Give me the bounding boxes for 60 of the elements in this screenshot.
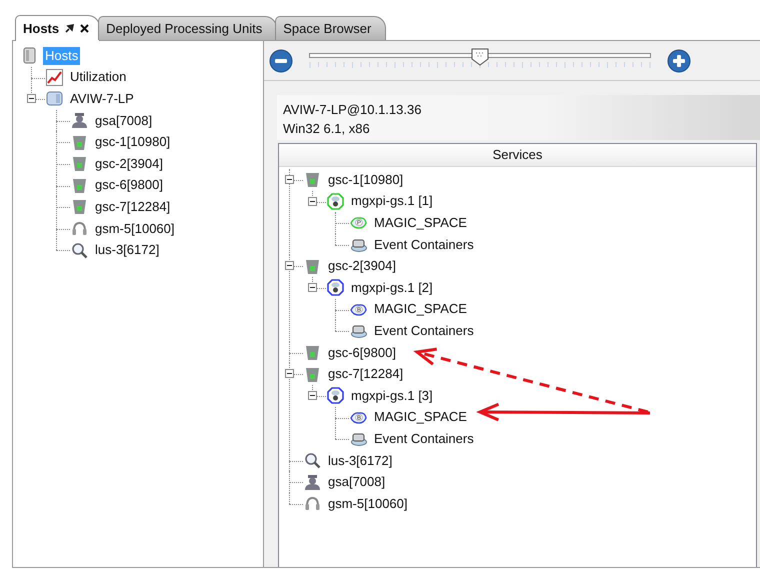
person-icon xyxy=(304,474,321,491)
tree-node[interactable]: gsc-7[12284] xyxy=(93,198,172,216)
container-icon xyxy=(304,258,321,275)
tree-node[interactable]: gsc-2[3904] xyxy=(326,257,398,276)
tree-node[interactable]: MAGIC_SPACE xyxy=(372,214,469,232)
tab[interactable]: Hosts xyxy=(15,15,100,41)
tree-node[interactable]: gsc-1[10980] xyxy=(326,170,406,189)
tree-node[interactable]: gsc-6[9800] xyxy=(326,344,398,362)
tree-node[interactable]: Utilization xyxy=(68,68,128,86)
tree-node[interactable]: gsa[7008] xyxy=(326,473,388,492)
tree-node[interactable]: gsa[7008] xyxy=(93,112,154,130)
person-icon xyxy=(71,112,88,130)
container-icon xyxy=(304,366,321,383)
zoom-in-button[interactable] xyxy=(667,48,691,72)
container-icon xyxy=(71,176,88,194)
tree-node[interactable]: Event Containers xyxy=(372,236,476,254)
chart-icon xyxy=(46,68,63,86)
tab[interactable]: Space Browser xyxy=(275,16,386,40)
tree-node[interactable]: lus-3[6172] xyxy=(93,241,162,260)
collapse-icon[interactable] xyxy=(285,369,294,378)
zoom-out-button[interactable] xyxy=(269,48,293,72)
slider-thumb[interactable] xyxy=(471,48,489,66)
collapse-icon[interactable] xyxy=(308,390,317,400)
container-icon xyxy=(71,155,88,172)
close-icon[interactable] xyxy=(80,24,90,33)
search-icon xyxy=(304,452,321,470)
tree-node[interactable]: gsc-6[9800] xyxy=(93,176,165,194)
tree-node[interactable]: gsc-7[12284] xyxy=(326,365,406,384)
tab[interactable]: Deployed Processing Units xyxy=(98,16,278,40)
computer-icon xyxy=(46,90,63,108)
collapse-icon[interactable] xyxy=(308,196,317,206)
tree-node[interactable]: lus-3[6172] xyxy=(326,452,394,470)
tree-node[interactable]: gsm-5[10060] xyxy=(326,494,410,513)
tree-node[interactable]: mgxpi-gs.1 [2] xyxy=(349,278,435,297)
collapse-icon[interactable] xyxy=(27,94,36,104)
collapse-icon[interactable] xyxy=(285,175,294,184)
headset-icon xyxy=(71,220,88,238)
tree-node[interactable]: AVIW-7-LP xyxy=(68,90,136,108)
host-address: AVIW-7-LP@10.1.13.36 xyxy=(283,101,422,119)
tree-node[interactable]: MAGIC_SPACE xyxy=(372,300,469,318)
tree-node[interactable]: gsm-5[10060] xyxy=(93,220,176,238)
tree-node[interactable]: mgxpi-gs.1 [1] xyxy=(349,192,435,210)
pin-icon[interactable] xyxy=(65,24,74,33)
search-icon xyxy=(71,242,88,259)
collapse-icon[interactable] xyxy=(285,261,294,270)
zoom-slider[interactable] xyxy=(309,46,651,64)
host-platform: Win32 6.1, x86 xyxy=(283,120,371,138)
tree-node[interactable]: Event Containers xyxy=(372,430,476,448)
container-icon xyxy=(304,344,321,362)
tree-node[interactable]: MAGIC_SPACE xyxy=(372,408,469,426)
tree-node[interactable]: Event Containers xyxy=(372,322,476,340)
tree-node[interactable]: mgxpi-gs.1 [3] xyxy=(349,386,435,405)
tree-node[interactable]: gsc-1[10980] xyxy=(93,133,172,152)
container-icon xyxy=(71,198,88,216)
container-icon xyxy=(304,171,321,188)
collapse-icon[interactable] xyxy=(308,282,317,292)
tree-node[interactable]: gsc-2[3904] xyxy=(93,154,165,173)
server-icon xyxy=(21,47,38,64)
headset-icon xyxy=(304,495,321,512)
container-icon xyxy=(71,134,88,151)
